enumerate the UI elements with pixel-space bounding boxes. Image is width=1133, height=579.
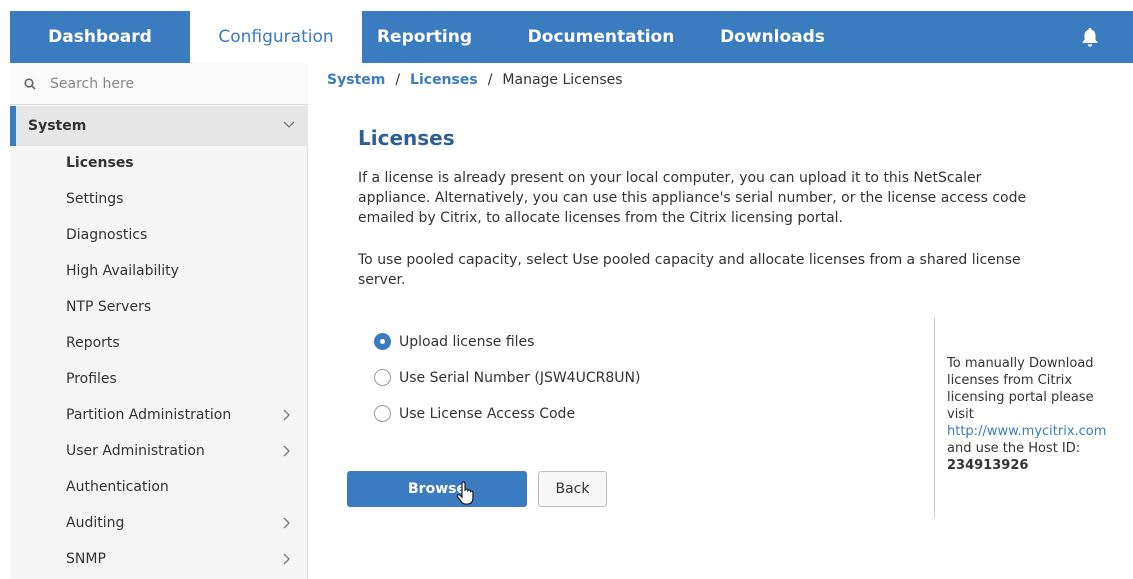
breadcrumb-separator: / [395, 72, 401, 88]
sidebar-item-label: Authentication [66, 479, 169, 495]
sidebar-item-label: High Availability [66, 263, 179, 279]
breadcrumb-system[interactable]: System [327, 72, 385, 88]
bell-icon[interactable] [1079, 26, 1101, 48]
radio-upload-license-files[interactable]: Upload license files [374, 333, 534, 350]
browse-button[interactable]: Browse [347, 471, 527, 507]
sidebar-item-label: Auditing [66, 515, 125, 531]
sidebar-item-diagnostics[interactable]: Diagnostics [10, 217, 308, 253]
intro-line: If a license is already present on your … [358, 170, 982, 186]
radio-label: Use License Access Code [399, 405, 576, 422]
manual-download-note: To manually Download licenses from Citri… [947, 355, 1122, 474]
sidebar-item-reports[interactable]: Reports [10, 325, 308, 361]
chevron-right-icon[interactable] [280, 408, 294, 422]
sidebar-item-settings[interactable]: Settings [10, 181, 308, 217]
radio-button-icon[interactable] [374, 405, 391, 422]
page-title: Licenses [358, 126, 455, 150]
radio-label: Upload license files [399, 333, 535, 350]
mycitrix-link[interactable]: http://www.mycitrix.com [947, 423, 1122, 440]
breadcrumb: System / Licenses / Manage Licenses [327, 72, 623, 88]
vertical-divider [934, 318, 935, 518]
sidebar-item-licenses[interactable]: Licenses [10, 145, 308, 181]
breadcrumb-current: Manage Licenses [502, 72, 623, 88]
note-line: licenses from Citrix [947, 373, 1073, 388]
note-line: To manually Download [947, 356, 1094, 371]
chevron-right-icon[interactable] [280, 516, 294, 530]
host-id-text: and use the Host ID: [947, 441, 1081, 456]
sidebar: System Licenses Settings Diagnostics Hig… [10, 63, 308, 579]
sidebar-item-ntp-servers[interactable]: NTP Servers [10, 289, 308, 325]
host-id-value: 234913926 [947, 458, 1029, 473]
search-icon [24, 77, 36, 90]
radio-label: Use Serial Number (JSW4UCR8UN) [399, 369, 641, 386]
tab-dashboard[interactable]: Dashboard [10, 11, 190, 63]
sidebar-item-user-administration[interactable]: User Administration [10, 433, 308, 469]
sidebar-item-label: NTP Servers [66, 299, 152, 315]
breadcrumb-licenses[interactable]: Licenses [410, 72, 478, 88]
sidebar-item-snmp[interactable]: SNMP [10, 541, 308, 577]
note-line: licensing portal please [947, 390, 1094, 405]
tab-configuration[interactable]: Configuration [190, 11, 362, 63]
chevron-right-icon[interactable] [280, 444, 294, 458]
search-input[interactable] [50, 75, 270, 92]
note-line: visit [947, 407, 974, 422]
sidebar-section-system[interactable]: System [10, 106, 308, 146]
intro-line: appliance. Alternatively, you can use th… [358, 190, 1027, 206]
sidebar-item-label: Settings [66, 191, 124, 207]
intro-paragraph: If a license is already present on your … [358, 168, 1038, 228]
sidebar-item-label: Profiles [66, 371, 117, 387]
sidebar-item-label: Licenses [66, 155, 134, 171]
chevron-right-icon[interactable] [280, 552, 294, 566]
sidebar-item-label: Partition Administration [66, 407, 232, 423]
sidebar-item-profiles[interactable]: Profiles [10, 361, 308, 397]
radio-use-serial-number[interactable]: Use Serial Number (JSW4UCR8UN) [374, 369, 640, 386]
active-indicator [10, 106, 16, 146]
radio-button-icon[interactable] [374, 369, 391, 386]
sidebar-item-label: SNMP [66, 551, 106, 567]
sidebar-item-high-availability[interactable]: High Availability [10, 253, 308, 289]
intro-line: emailed by Citrix, to allocate licenses … [358, 210, 844, 226]
radio-button-icon[interactable] [374, 333, 391, 350]
pooled-line: server. [358, 272, 406, 288]
pooled-line: To use pooled capacity, select Use poole… [358, 252, 1021, 268]
pooled-capacity-paragraph: To use pooled capacity, select Use poole… [358, 250, 1038, 290]
top-navigation-bar: Dashboard Configuration Reporting Docume… [10, 11, 1133, 63]
back-button[interactable]: Back [538, 471, 607, 507]
hand-pointer-cursor-icon [456, 481, 474, 505]
tab-reporting[interactable]: Reporting [362, 11, 487, 63]
tab-downloads[interactable]: Downloads [715, 11, 830, 63]
sidebar-item-authentication[interactable]: Authentication [10, 469, 308, 505]
tab-documentation[interactable]: Documentation [487, 11, 715, 63]
sidebar-section-label: System [28, 118, 87, 134]
chevron-down-icon[interactable] [282, 118, 296, 132]
breadcrumb-separator: / [487, 72, 493, 88]
sidebar-item-partition-administration[interactable]: Partition Administration [10, 397, 308, 433]
radio-use-license-access-code[interactable]: Use License Access Code [374, 405, 575, 422]
sidebar-item-label: Reports [66, 335, 120, 351]
sidebar-item-auditing[interactable]: Auditing [10, 505, 308, 541]
sidebar-item-label: Diagnostics [66, 227, 148, 243]
sidebar-search [10, 63, 308, 105]
sidebar-item-label: User Administration [66, 443, 205, 459]
